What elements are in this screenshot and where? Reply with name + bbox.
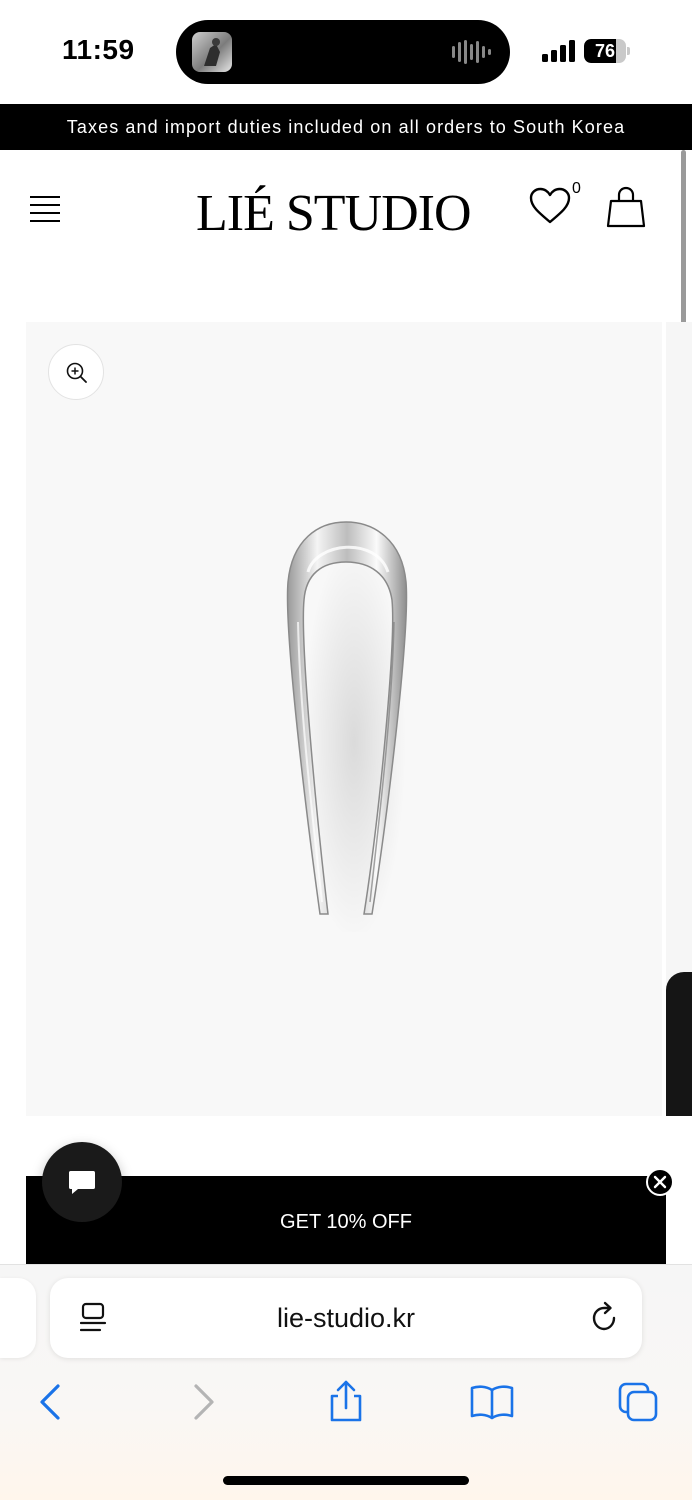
chat-button[interactable]: [42, 1142, 122, 1222]
address-bar[interactable]: lie-studio.kr: [50, 1278, 642, 1358]
audio-wave-icon: [452, 40, 491, 64]
status-bar: 11:59 76: [0, 0, 692, 104]
home-indicator[interactable]: [223, 1476, 469, 1485]
previous-tab-preview[interactable]: [0, 1278, 36, 1358]
reload-icon[interactable]: [588, 1300, 620, 1334]
close-icon: [653, 1175, 667, 1189]
menu-icon[interactable]: [30, 194, 60, 222]
next-slide-model-image: [666, 972, 692, 1116]
wishlist-count: 0: [572, 180, 581, 197]
battery-indicator: 76: [584, 39, 630, 63]
zoom-button[interactable]: [48, 344, 104, 400]
promo-close-button[interactable]: [646, 1168, 674, 1196]
tabs-icon[interactable]: [616, 1380, 660, 1424]
battery-percentage: 76: [594, 41, 616, 61]
bookmarks-icon[interactable]: [470, 1380, 514, 1424]
next-slide-preview[interactable]: [666, 322, 692, 1116]
cellular-signal-icon: [542, 40, 575, 62]
back-icon[interactable]: [30, 1380, 74, 1424]
dynamic-island[interactable]: [176, 20, 510, 84]
battery-body: 76: [584, 39, 626, 63]
brand-logo[interactable]: LIÉ STUDIO: [196, 186, 496, 242]
product-image-hair-pin: [286, 521, 408, 932]
battery-nub: [627, 47, 630, 55]
chat-bubble-icon: [69, 1171, 95, 1194]
heart-icon[interactable]: [528, 186, 572, 226]
promo-discount-button[interactable]: GET 10% OFF: [26, 1176, 666, 1264]
share-icon[interactable]: [324, 1380, 368, 1424]
shopping-bag-icon[interactable]: [606, 186, 646, 228]
product-gallery[interactable]: [26, 322, 662, 1116]
site-header: LIÉ STUDIO 0: [0, 150, 680, 270]
url-text[interactable]: lie-studio.kr: [50, 1278, 642, 1358]
forward-icon[interactable]: [180, 1380, 224, 1424]
announcement-bar: Taxes and import duties included on all …: [0, 104, 692, 150]
zoom-in-icon: [66, 362, 87, 383]
status-time: 11:59: [62, 34, 135, 65]
now-playing-artwork: [192, 32, 232, 72]
